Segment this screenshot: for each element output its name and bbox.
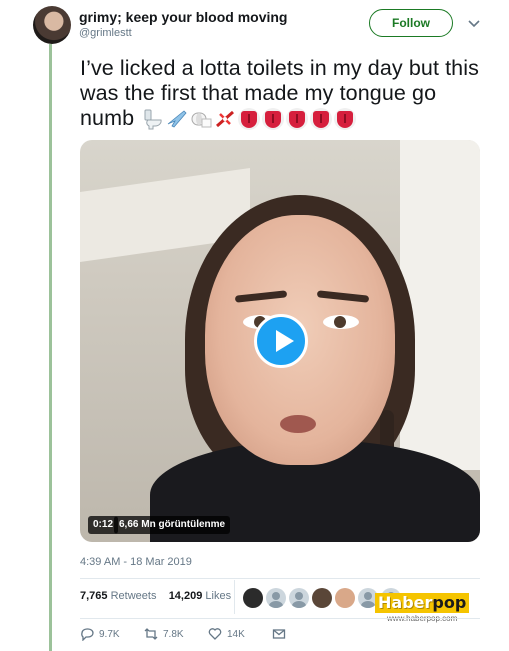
video-frame-wall-right — [400, 140, 480, 470]
tongue-emoji-icon — [310, 108, 333, 131]
retweets-count: 7,765 — [80, 590, 108, 602]
heart-icon — [208, 628, 222, 640]
tongue-emoji-icon — [286, 108, 309, 131]
tongue-emoji-icon — [334, 108, 357, 131]
chevron-down-icon[interactable] — [467, 16, 481, 30]
liker-avatar[interactable] — [312, 588, 332, 608]
tweet-stats: 7,765 Retweets 14,209 Likes — [80, 590, 231, 602]
retweet-button[interactable]: 7.8K — [144, 627, 208, 641]
play-button[interactable] — [254, 314, 308, 368]
tongue-emoji-icon — [262, 108, 285, 131]
tongue-emoji-icon — [238, 108, 261, 131]
liker-avatar[interactable] — [243, 588, 263, 608]
liker-avatar[interactable] — [266, 588, 286, 608]
small-airplane-emoji-icon — [216, 111, 235, 128]
reply-icon — [81, 628, 94, 641]
like-count: 14K — [227, 628, 245, 640]
video-frame-brow — [316, 290, 370, 303]
likes-label: Likes — [205, 590, 232, 602]
liker-avatar[interactable] — [335, 588, 355, 608]
video-player[interactable]: 0:12 6,66 Mn görüntülenme — [80, 140, 480, 542]
user-handle[interactable]: @grimlestt — [79, 26, 287, 40]
retweet-icon — [144, 628, 158, 640]
tweet-actions: 9.7K 7.8K 14K — [80, 627, 336, 641]
tweet-timestamp[interactable]: 4:39 AM - 18 Mar 2019 — [80, 556, 192, 568]
stats-separator — [234, 580, 235, 614]
direct-message-button[interactable] — [272, 627, 336, 641]
video-frame-eye — [323, 315, 359, 329]
watermark-brand-suffix: pop — [432, 593, 467, 612]
airplane-emoji-icon — [168, 110, 187, 128]
reply-count: 9.7K — [99, 628, 120, 640]
retweets-stat[interactable]: 7,765 Retweets — [80, 590, 156, 602]
likes-stat[interactable]: 14,209 Likes — [169, 590, 231, 602]
divider — [80, 618, 480, 619]
reply-button[interactable]: 9.7K — [80, 627, 144, 641]
watermark-brand: Haber — [378, 593, 433, 612]
retweets-label: Retweets — [110, 590, 157, 602]
video-frame-brow — [234, 290, 288, 303]
emoji-row — [142, 108, 357, 131]
envelope-icon — [272, 629, 286, 639]
watermark-logo: Haberpop — [375, 593, 470, 613]
avatar[interactable] — [33, 6, 71, 44]
user-names[interactable]: grimy; keep your blood moving @grimlestt — [79, 9, 287, 40]
toilet-paper-emoji-icon — [191, 112, 212, 128]
like-button[interactable]: 14K — [208, 627, 272, 641]
divider — [80, 578, 480, 579]
video-views-badge: 6,66 Mn görüntülenme — [114, 516, 231, 534]
follow-button[interactable]: Follow — [369, 9, 453, 37]
tweet-text: I’ve licked a lotta toilets in my day bu… — [80, 56, 480, 131]
thread-line — [49, 44, 52, 651]
video-frame-mouth — [280, 415, 316, 433]
retweet-count: 7.8K — [163, 628, 184, 640]
likes-count: 14,209 — [168, 590, 203, 602]
toilet-emoji-icon — [144, 109, 162, 130]
liker-avatar[interactable] — [289, 588, 309, 608]
display-name[interactable]: grimy; keep your blood moving — [79, 9, 287, 25]
tweet-header: grimy; keep your blood moving @grimlestt… — [33, 6, 487, 46]
